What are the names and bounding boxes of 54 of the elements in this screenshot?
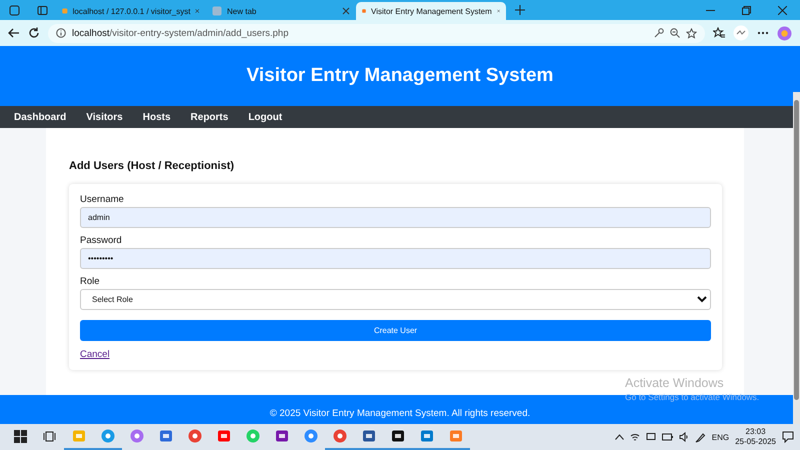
url-text: localhost/visitor-entry-system/admin/add_users.php xyxy=(72,28,288,38)
nav-link[interactable]: Logout xyxy=(238,112,292,122)
favorites-icon[interactable] xyxy=(713,27,725,39)
nav-link[interactable]: Visitors xyxy=(76,112,133,122)
role-select[interactable]: Select Role xyxy=(80,289,711,310)
chevron-up-icon[interactable] xyxy=(614,434,624,440)
zoom-icon[interactable] xyxy=(670,28,680,38)
field-label: Role xyxy=(80,276,101,287)
tab-actions-icon[interactable] xyxy=(36,4,48,16)
activation-title: Activate Windows xyxy=(625,376,725,390)
speaker-icon[interactable] xyxy=(678,432,689,442)
close-icon[interactable] xyxy=(496,7,500,15)
key-icon[interactable] xyxy=(654,28,664,38)
battery-icon[interactable] xyxy=(662,433,673,441)
close-icon[interactable] xyxy=(342,7,350,15)
restore-icon[interactable] xyxy=(742,6,750,14)
info-icon[interactable] xyxy=(56,28,66,38)
site-title: Visitor Entry Management System xyxy=(246,65,554,87)
field-label: Username xyxy=(80,194,125,205)
pen-icon[interactable] xyxy=(694,432,706,442)
address-bar[interactable]: localhost/visitor-entry-system/admin/add_users.php xyxy=(48,24,705,42)
start-icon[interactable] xyxy=(14,430,27,442)
activation-hint: Go to Settings to activate Windows. xyxy=(625,392,760,402)
scrollbar-thumb[interactable] xyxy=(794,100,799,400)
input-field[interactable]: admin xyxy=(80,207,711,228)
nav-link[interactable]: Hosts xyxy=(132,112,181,122)
field-label: Password xyxy=(80,235,123,246)
cancel-link[interactable]: Cancel xyxy=(80,349,110,360)
close-icon[interactable] xyxy=(195,7,200,15)
notification-icon[interactable] xyxy=(782,431,794,443)
browser-tab[interactable]: New tab xyxy=(206,2,356,20)
monitor-icon[interactable] xyxy=(646,432,656,442)
refresh-icon[interactable] xyxy=(28,27,40,39)
nav-link[interactable]: Dashboard xyxy=(4,112,76,122)
workspaces-icon[interactable] xyxy=(8,4,20,16)
browser-tab[interactable]: localhost / 127.0.0.1 / visitor_syst xyxy=(56,2,206,20)
star-icon[interactable] xyxy=(686,28,697,38)
favicon-icon xyxy=(362,6,366,16)
clock[interactable]: 23:03 25-05-2025 xyxy=(735,427,776,447)
more-icon[interactable] xyxy=(757,31,769,35)
task-view-icon[interactable] xyxy=(43,430,56,442)
close-icon[interactable] xyxy=(778,6,786,14)
form-title: Add Users (Host / Receptionist) xyxy=(69,160,236,172)
nav-link[interactable]: Reports xyxy=(180,112,238,122)
input-field[interactable]: ••••••••• xyxy=(80,248,711,269)
new-tab-icon[interactable] xyxy=(515,5,525,15)
create-user-button[interactable]: Create User xyxy=(80,320,711,341)
language-indicator[interactable]: ENG xyxy=(712,432,730,442)
footer-text: © 2025 Visitor Entry Management System. All rights reserved. xyxy=(270,408,530,419)
browser-tab[interactable]: Visitor Entry Management System xyxy=(356,2,506,20)
wifi-icon[interactable] xyxy=(630,432,640,442)
favicon-icon xyxy=(212,6,222,16)
back-icon[interactable] xyxy=(8,27,20,39)
favicon-icon xyxy=(62,6,68,16)
